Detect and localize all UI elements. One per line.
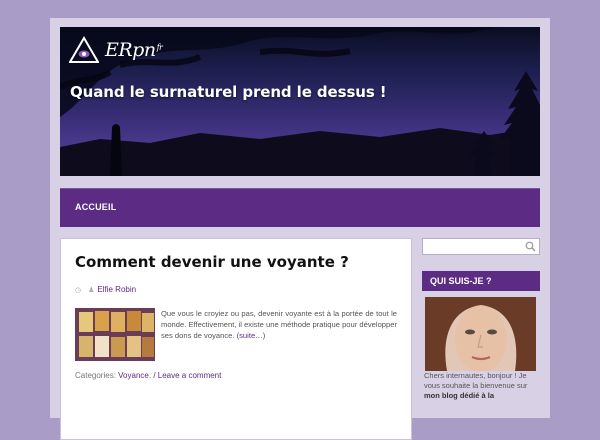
nav-item-accueil[interactable]: ACCUEIL (75, 202, 116, 212)
user-icon: ♟ (88, 286, 95, 294)
tarot-cards-image (75, 308, 155, 361)
site-logo[interactable]: ERpnfr (69, 36, 163, 64)
read-more-link[interactable]: (suite…) (237, 331, 266, 340)
post-title[interactable]: Comment devenir une voyante ? (75, 253, 349, 271)
main-navigation: ACCUEIL (60, 188, 540, 227)
category-link[interactable]: Voyance. (118, 371, 151, 380)
post-meta: ◷ ♟ Elfie Robin (75, 285, 136, 294)
post-card: Comment devenir une voyante ? ◷ ♟ Elfie … (60, 238, 412, 440)
search-icon[interactable] (525, 241, 536, 252)
post-author-link[interactable]: Elfie Robin (97, 285, 136, 294)
search-input[interactable] (422, 238, 540, 255)
widget-title-about: QUI SUIS-JE ? (422, 271, 540, 291)
logo-text: ERpnfr (105, 39, 163, 61)
post-categories: Categories: Voyance. / Leave a comment (75, 371, 222, 380)
post-thumbnail[interactable] (75, 308, 155, 361)
eye-triangle-icon (69, 36, 99, 63)
about-text: Chers internautes, bonjour ! Je vous sou… (424, 371, 528, 400)
site-header: ERpnfr Quand le surnaturel prend le dess… (60, 27, 540, 176)
author-avatar (425, 297, 536, 371)
clock-icon: ◷ (75, 286, 82, 294)
page-wrapper: ERpnfr Quand le surnaturel prend le dess… (50, 18, 550, 440)
site-tagline: Quand le surnaturel prend le dessus ! (70, 83, 387, 101)
leave-comment-link[interactable]: / Leave a comment (153, 371, 221, 380)
author-photo (425, 297, 536, 371)
post-excerpt: Que vous le croyiez ou pas, devenir voya… (161, 309, 397, 340)
